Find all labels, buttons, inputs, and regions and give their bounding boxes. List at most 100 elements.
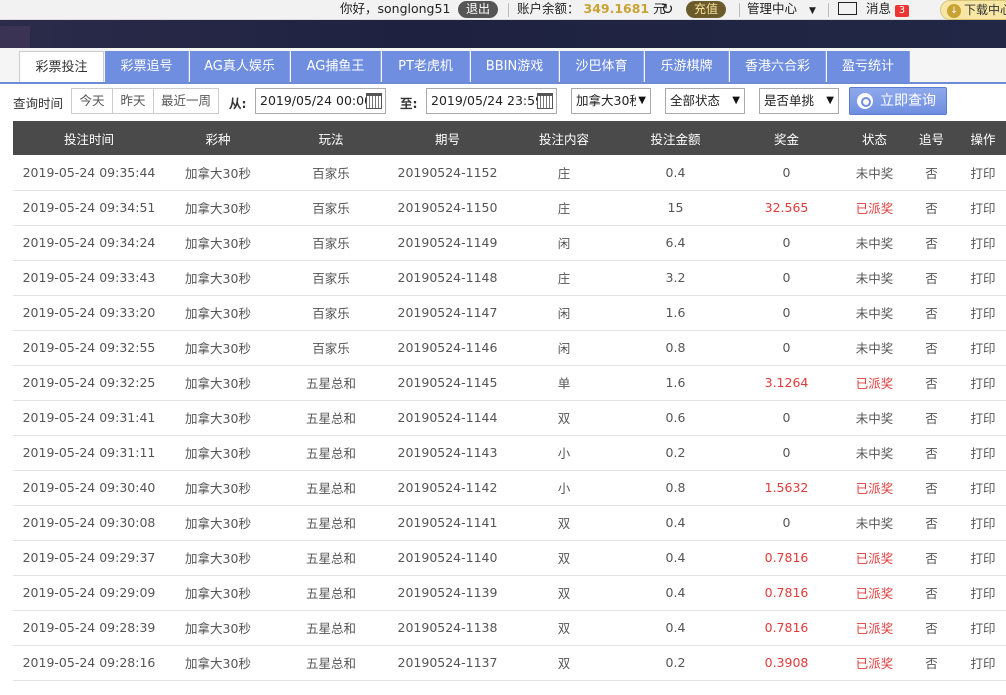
col-issue-cell: 20190524-1137 [397, 655, 498, 670]
col-action-cell[interactable]: 打印 [960, 365, 1006, 400]
col-prize-cell: 32.565 [764, 200, 809, 215]
search-button[interactable]: 立即查询 [849, 87, 947, 115]
col-bet-time-cell: 2019-05-24 09:31:11 [22, 445, 156, 460]
col-bet-time-cell: 2019-05-24 09:35:44 [22, 164, 156, 180]
col-prize-cell: 0 [782, 235, 791, 250]
tab-lottery-chase[interactable]: 彩票追号 [105, 51, 189, 82]
col-lottery-cell: 加拿大30秒 [185, 165, 251, 181]
col-status-cell: 未中奖 [855, 411, 894, 426]
col-bet-content-cell: 闲 [557, 236, 571, 251]
table-row: 2019-05-24 09:30:40 加拿大30秒 五星总和 20190524-11… [13, 470, 1006, 505]
tab-ag-fishing[interactable]: AG捕鱼王 [291, 51, 381, 82]
col-bet-amount-cell: 3.2 [665, 270, 686, 285]
col-bet-content-cell: 小 [557, 446, 571, 461]
calendar-icon[interactable] [537, 93, 553, 109]
col-action-cell[interactable]: 打印 [960, 225, 1006, 260]
col-status-cell: 未中奖 [855, 341, 894, 356]
col-prize-header: 奖金 [773, 131, 799, 147]
col-action-cell[interactable]: 打印 [960, 260, 1006, 295]
col-prize-cell: 0.7816 [764, 620, 809, 635]
col-action-cell[interactable]: 打印 [960, 470, 1006, 505]
tab-profit-loss[interactable]: 盈亏统计 [827, 51, 910, 82]
col-issue-cell: 20190524-1140 [397, 550, 498, 565]
col-issue-cell: 20190524-1145 [397, 375, 498, 390]
col-action-cell[interactable]: 打印 [960, 155, 1006, 190]
single-bet-select[interactable]: 是否单挑 ▼ [759, 88, 839, 114]
col-action-cell[interactable]: 打印 [960, 400, 1006, 435]
col-bet-time-cell: 2019-05-24 09:34:24 [22, 235, 156, 250]
col-action-cell[interactable]: 打印 [960, 540, 1006, 575]
col-lottery-cell: 加拿大30秒 [185, 376, 251, 391]
tab-bbin-games[interactable]: BBIN游戏 [471, 51, 559, 82]
refresh-icon[interactable]: ↻ [661, 0, 674, 18]
col-play-type-cell: 五星总和 [305, 516, 356, 531]
last-week-button[interactable]: 最近一周 [153, 88, 219, 114]
manage-center-menu[interactable]: 管理中心 ▼ [747, 0, 816, 20]
col-bet-amount-cell: 0.8 [665, 480, 686, 495]
col-lottery-cell: 加拿大30秒 [185, 411, 251, 426]
table-row: 2019-05-24 09:34:51 加拿大30秒 百家乐 20190524-115… [13, 190, 1006, 225]
col-bet-amount-cell: 0.8 [665, 340, 686, 355]
col-action-cell[interactable]: 打印 [960, 330, 1006, 365]
col-chase-cell: 否 [925, 446, 938, 461]
tab-saba-sports[interactable]: 沙巴体育 [560, 51, 644, 82]
col-action-cell[interactable]: 打印 [960, 505, 1006, 540]
from-date-input[interactable]: 2019/05/24 00:00 [255, 88, 386, 114]
tab-hk-mark-six[interactable]: 香港六合彩 [730, 51, 826, 82]
to-label: 至: [400, 96, 418, 111]
download-center-button[interactable]: ↓下载中心 [940, 0, 1006, 20]
col-bet-time-cell: 2019-05-24 09:33:43 [22, 270, 156, 285]
balance-label: 账户余额： [517, 1, 580, 16]
col-play-type-cell: 五星总和 [305, 376, 356, 391]
col-action-cell[interactable]: 打印 [960, 190, 1006, 225]
col-bet-content-cell: 双 [557, 586, 571, 601]
col-bet-amount-cell: 0.2 [665, 655, 686, 670]
col-status-cell: 已派奖 [855, 586, 894, 601]
query-time-label: 查询时间 [13, 96, 64, 111]
today-button[interactable]: 今天 [71, 88, 113, 114]
tab-lottery-bets[interactable]: 彩票投注 [19, 51, 104, 82]
table-row: 2019-05-24 09:34:24 加拿大30秒 百家乐 20190524-114… [13, 225, 1006, 260]
lottery-type-select[interactable]: 加拿大30秒 ▼ [571, 88, 651, 114]
logout-button[interactable]: 退出 [458, 1, 499, 18]
manage-center-label: 管理中心 [747, 1, 798, 16]
col-bet-content-header: 投注内容 [538, 131, 589, 147]
col-status-cell: 已派奖 [855, 201, 894, 216]
col-status-cell: 已派奖 [855, 656, 894, 671]
col-lottery-cell: 加拿大30秒 [185, 446, 251, 461]
col-chase-cell: 否 [925, 306, 938, 321]
col-action-cell[interactable]: 打印 [960, 575, 1006, 610]
col-lottery-cell: 加拿大30秒 [185, 271, 251, 286]
col-chase-cell: 否 [925, 481, 938, 496]
col-play-type-cell: 百家乐 [312, 341, 350, 356]
calendar-icon[interactable] [366, 93, 382, 109]
col-bet-content-cell: 庄 [557, 271, 571, 286]
tab-leyou-chess[interactable]: 乐游棋牌 [645, 51, 729, 82]
tab-pt-slots[interactable]: PT老虎机 [382, 51, 470, 82]
col-bet-time-header: 投注时间 [63, 131, 114, 147]
chevron-down-icon: ▼ [732, 95, 740, 106]
yesterday-button[interactable]: 昨天 [112, 88, 154, 114]
col-bet-amount-cell: 1.6 [665, 375, 686, 390]
divider [828, 3, 829, 17]
col-action-cell[interactable]: 打印 [960, 645, 1006, 680]
col-chase-cell: 否 [925, 516, 938, 531]
tab-ag-live[interactable]: AG真人娱乐 [190, 51, 290, 82]
to-date-input[interactable]: 2019/05/24 23:59 [426, 88, 557, 114]
col-chase-cell: 否 [925, 236, 938, 251]
col-status-cell: 未中奖 [855, 516, 894, 531]
status-select[interactable]: 全部状态 ▼ [665, 88, 745, 114]
table-row: 2019-05-24 09:35:44 加拿大30秒 百家乐 20190524-115… [13, 155, 1006, 190]
col-action-cell[interactable]: 打印 [960, 435, 1006, 470]
col-lottery-cell: 加拿大30秒 [185, 481, 251, 496]
col-action-cell[interactable]: 打印 [960, 295, 1006, 330]
col-prize-cell: 0 [782, 305, 791, 320]
messages-link[interactable]: 消息 3 [838, 0, 909, 20]
recharge-button[interactable]: 充值 [686, 1, 727, 18]
col-prize-cell: 0 [782, 270, 791, 285]
col-play-type-cell: 五星总和 [305, 411, 356, 426]
col-lottery-cell: 加拿大30秒 [185, 236, 251, 251]
chevron-down-icon: ▼ [809, 6, 816, 16]
status-value: 全部状态 [670, 93, 721, 108]
col-action-cell[interactable]: 打印 [960, 610, 1006, 645]
